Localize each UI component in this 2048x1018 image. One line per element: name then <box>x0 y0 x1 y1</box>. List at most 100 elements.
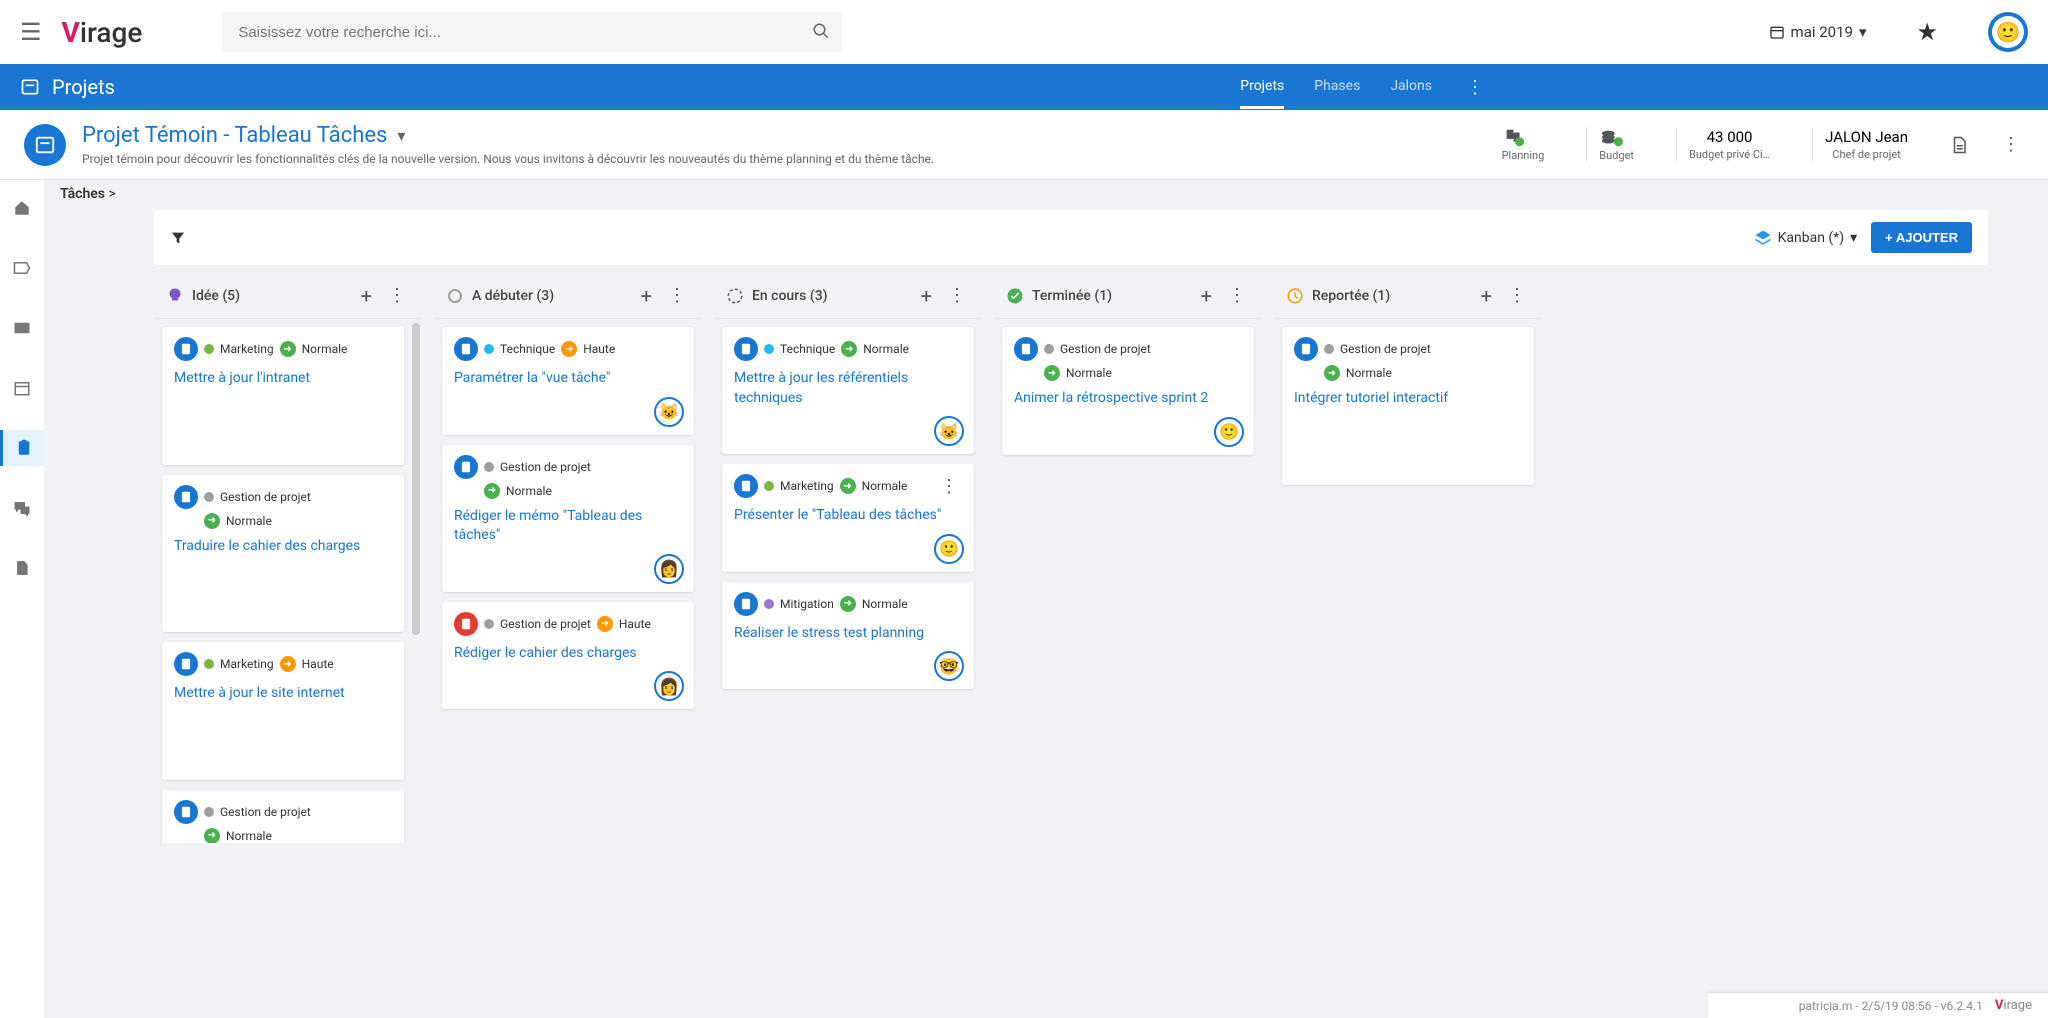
category-label: Technique <box>500 342 555 356</box>
column-add-icon[interactable]: + <box>1477 284 1496 308</box>
hamburger-menu-icon[interactable]: ☰ <box>20 18 42 46</box>
column-body[interactable]: Gestion de projet➜ Normale Animer la rét… <box>994 319 1262 843</box>
task-card[interactable]: Marketing ➜ Normale Mettre à jour l'intr… <box>162 327 404 465</box>
category-label: Gestion de projet <box>220 805 311 819</box>
task-card[interactable]: Gestion de projet➜ Normale Animer la rét… <box>162 790 404 843</box>
project-dropdown-icon[interactable]: ▾ <box>397 126 405 145</box>
assignee-avatar[interactable]: 😺 <box>934 416 964 446</box>
column-body[interactable]: Gestion de projet➜ Normale Intégrer tuto… <box>1274 319 1542 843</box>
task-card[interactable]: Technique ➜ Haute Paramétrer la "vue tâc… <box>442 327 694 435</box>
column-more-icon[interactable]: ⋮ <box>1504 285 1530 306</box>
document-icon[interactable] <box>1950 134 1968 156</box>
task-card[interactable]: Gestion de projet➜ Normale Traduire le c… <box>162 475 404 633</box>
projects-icon <box>20 77 40 97</box>
task-icon <box>734 474 758 498</box>
column-title: Reportée (1) <box>1312 288 1469 304</box>
filter-icon[interactable] <box>170 230 186 246</box>
priority-icon: ➜ <box>1044 365 1060 381</box>
footer-logo: Virage <box>1995 998 2032 1013</box>
user-avatar[interactable]: 🙂 <box>1988 12 2028 52</box>
category-label: Technique <box>780 342 835 356</box>
nav-file-icon[interactable] <box>0 550 44 586</box>
task-icon <box>454 612 478 636</box>
search-icon[interactable] <box>812 22 830 40</box>
tab-jalons[interactable]: Jalons <box>1390 66 1432 109</box>
task-card[interactable]: Marketing ➜ Normale ⋮ Présenter le "Tabl… <box>722 464 974 572</box>
task-title: Animer la rétrospective sprint 2 <box>1014 389 1242 409</box>
planning-flag-icon[interactable] <box>1502 127 1545 149</box>
nav-chat-icon[interactable] <box>0 490 44 526</box>
priority-label: Normale <box>862 479 908 493</box>
assignee-avatar[interactable]: 🙂 <box>934 534 964 564</box>
task-card[interactable]: Gestion de projet ➜ Haute Rédiger le cah… <box>442 602 694 710</box>
category-label: Gestion de projet <box>1340 342 1431 356</box>
nav-calendar-icon[interactable] <box>0 370 44 406</box>
category-dot <box>764 481 774 491</box>
private-budget-value: 43 000 <box>1689 128 1770 146</box>
nav-tasks-icon[interactable] <box>0 430 44 466</box>
nav-board-icon[interactable] <box>0 310 44 346</box>
tab-projets[interactable]: Projets <box>1240 66 1284 109</box>
column-more-icon[interactable]: ⋮ <box>664 285 690 306</box>
column-add-icon[interactable]: + <box>357 284 376 308</box>
tabs-more-icon[interactable]: ⋮ <box>1462 77 1488 98</box>
date-dropdown[interactable]: mai 2019 ▾ <box>1769 23 1867 41</box>
priority-label: Haute <box>302 657 334 671</box>
assignee-avatar[interactable]: 😺 <box>654 397 684 427</box>
project-title[interactable]: Projet Témoin - Tableau Tâches <box>82 123 387 148</box>
view-label: Kanban (*) <box>1778 230 1845 246</box>
priority-label: Normale <box>226 829 272 843</box>
view-dropdown[interactable]: Kanban (*) ▾ <box>1754 229 1858 247</box>
favorite-star-icon[interactable]: ★ <box>1916 18 1938 46</box>
bluebar-title: Projets <box>52 75 115 99</box>
kanban-column-debuter: A débuter (3) + ⋮ Technique ➜ Haute Para… <box>434 273 702 843</box>
tab-phases[interactable]: Phases <box>1314 66 1360 109</box>
search-input[interactable] <box>222 12 842 52</box>
priority-icon: ➜ <box>204 513 220 529</box>
project-description: Projet témoin pour découvrir les fonctio… <box>82 152 1490 166</box>
category-dot <box>204 659 214 669</box>
task-title: Traduire le cahier des charges <box>174 537 392 557</box>
column-more-icon[interactable]: ⋮ <box>1224 285 1250 306</box>
kanban-column-reportee: Reportée (1) + ⋮ Gestion de projet➜ Norm… <box>1274 273 1542 843</box>
category-label: Marketing <box>220 657 274 671</box>
category-dot <box>1324 344 1334 354</box>
nav-tag-icon[interactable] <box>0 250 44 286</box>
category-label: Gestion de projet <box>1060 342 1151 356</box>
column-more-icon[interactable]: ⋮ <box>944 285 970 306</box>
column-more-icon[interactable]: ⋮ <box>384 285 410 306</box>
priority-icon: ➜ <box>597 616 613 632</box>
column-body[interactable]: Technique ➜ Normale Mettre à jour les ré… <box>714 319 982 843</box>
nav-home-icon[interactable] <box>0 190 44 226</box>
card-more-icon[interactable]: ⋮ <box>936 476 962 497</box>
column-body[interactable]: Marketing ➜ Normale Mettre à jour l'intr… <box>154 319 412 843</box>
task-card[interactable]: Gestion de projet➜ Normale Intégrer tuto… <box>1282 327 1534 485</box>
category-dot <box>204 807 214 817</box>
priority-icon: ➜ <box>484 483 500 499</box>
priority-label: Normale <box>1346 366 1392 380</box>
task-card[interactable]: Mitigation ➜ Normale Réaliser le stress … <box>722 582 974 690</box>
assignee-avatar[interactable]: 🙂 <box>1214 417 1244 447</box>
project-icon <box>24 124 66 166</box>
column-add-icon[interactable]: + <box>1197 284 1216 308</box>
task-card[interactable]: Gestion de projet➜ Normale Animer la rét… <box>1002 327 1254 455</box>
add-button[interactable]: + AJOUTER <box>1871 222 1972 253</box>
task-card[interactable]: Technique ➜ Normale Mettre à jour les ré… <box>722 327 974 454</box>
priority-icon: ➜ <box>841 341 857 357</box>
task-icon <box>734 592 758 616</box>
task-icon <box>1014 337 1038 361</box>
column-body[interactable]: Technique ➜ Haute Paramétrer la "vue tâc… <box>434 319 702 843</box>
task-card[interactable]: Marketing ➜ Haute Mettre à jour le site … <box>162 642 404 780</box>
footer-status: patricia.m - 2/5/19 08:56 - v6.2.4.1 <box>1799 999 1983 1013</box>
column-scrollbar[interactable] <box>412 323 420 635</box>
task-card[interactable]: Gestion de projet➜ Normale Rédiger le mé… <box>442 445 694 592</box>
budget-coins-icon[interactable] <box>1599 127 1634 149</box>
category-label: Gestion de projet <box>220 490 311 504</box>
column-status-icon <box>1286 287 1304 305</box>
column-add-icon[interactable]: + <box>637 284 656 308</box>
project-more-icon[interactable]: ⋮ <box>1998 134 2024 155</box>
assignee-avatar[interactable]: 👩 <box>654 554 684 584</box>
task-icon <box>1294 337 1318 361</box>
column-add-icon[interactable]: + <box>917 284 936 308</box>
category-label: Mitigation <box>780 597 834 611</box>
